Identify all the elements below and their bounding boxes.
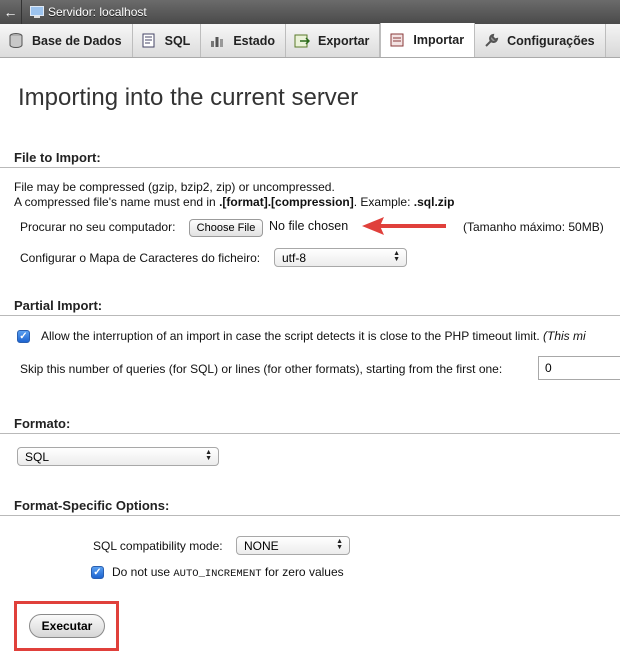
autoinc-suffix: for zero values [261,565,344,579]
sql-icon [141,33,157,49]
page-title: Importing into the current server [18,84,359,111]
format-value: SQL [25,449,50,464]
tab-label: Importar [413,33,465,47]
allow-interrupt-note: (This mi [543,329,586,343]
format-section-heading: Formato: [14,416,71,431]
allow-interrupt-label: Allow the interruption of an import in c… [41,329,586,343]
select-arrows-icon: ▲ ▼ [393,250,400,263]
charset-select[interactable]: utf-8 ▲ ▼ [274,248,407,267]
tab-label: Base de Dados [32,33,122,48]
execute-button[interactable]: Executar [29,614,105,638]
section-divider [0,433,620,434]
import-icon [389,32,405,48]
file-section-heading: File to Import: [14,150,101,165]
tab-sql[interactable]: SQL [132,24,202,57]
compression-note: File may be compressed (gzip, bzip2, zip… [14,180,335,194]
tab-label: Estado [233,33,276,48]
server-bar: ← Servidor: localhost [0,0,620,24]
autoincrement-label: Do not use AUTO_INCREMENT for zero value… [112,565,344,580]
tab-label: Configurações [507,33,595,48]
database-icon [8,33,24,49]
tab-label: SQL [164,33,191,48]
options-section-heading: Format-Specific Options: [14,498,170,513]
charset-value: utf-8 [282,250,307,265]
allow-interrupt-checkbox[interactable]: ✓ [17,330,30,343]
export-icon [294,33,311,49]
extension-note: A compressed file's name must end in .[f… [14,195,454,209]
status-icon [209,33,225,49]
autoinc-code: AUTO_INCREMENT [173,568,262,580]
skip-label: Skip this number of queries (for SQL) or… [20,362,503,376]
compat-mode-select[interactable]: NONE ▲ ▼ [236,536,350,555]
tab-import[interactable]: Importar [380,23,476,57]
max-size-label: (Tamanho máximo: 50MB) [463,220,604,234]
format-select[interactable]: SQL ▲ ▼ [17,447,219,466]
section-divider [0,515,620,516]
tab-status[interactable]: Estado [201,24,287,57]
wrench-icon [483,33,499,49]
tab-label: Exportar [318,33,370,48]
partial-section-heading: Partial Import: [14,298,103,313]
charset-label: Configurar o Mapa de Caracteres do fiche… [20,251,261,265]
tab-settings[interactable]: Configurações [475,24,606,57]
tab-export[interactable]: Exportar [286,24,381,57]
compat-mode-label: SQL compatibility mode: [93,539,223,553]
back-arrow-icon[interactable]: ← [0,0,22,24]
skip-queries-input[interactable]: 0 [538,356,620,380]
browse-label: Procurar no seu computador: [20,220,176,234]
red-arrow-annotation-icon [362,217,446,235]
server-icon [30,6,44,18]
server-label[interactable]: Servidor: localhost [48,5,147,19]
execute-highlight-box: Executar [14,601,119,651]
tab-database[interactable]: Base de Dados [0,24,133,57]
extension-example: .sql.zip [413,195,455,209]
section-divider [0,315,620,316]
select-arrows-icon: ▲ ▼ [205,449,212,462]
autoincrement-checkbox[interactable]: ✓ [91,566,104,579]
no-file-status: No file chosen [269,219,349,233]
select-arrows-icon: ▲ ▼ [336,538,343,551]
allow-interrupt-text: Allow the interruption of an import in c… [41,329,540,343]
extension-note-mid: . Example: [353,195,414,209]
choose-file-button[interactable]: Choose File [189,219,263,237]
extension-format: .[format].[compression] [219,195,354,209]
section-divider [0,167,620,168]
extension-note-prefix: A compressed file's name must end in [14,195,220,209]
autoinc-prefix: Do not use [112,565,174,579]
compat-mode-value: NONE [244,538,279,553]
main-tabs: Base de Dados SQL Estado Exportar Import… [0,23,620,58]
